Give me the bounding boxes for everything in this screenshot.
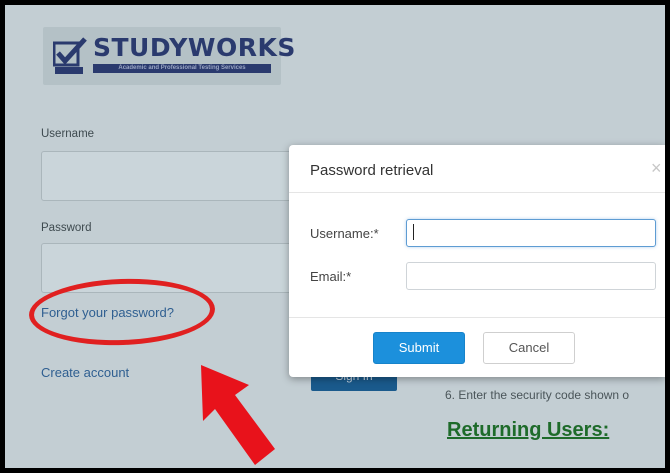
password-label: Password <box>41 222 92 234</box>
create-account-link[interactable]: Create account <box>41 365 129 380</box>
instruction-step-6: 6. Enter the security code shown o <box>445 388 630 402</box>
forgot-password-link[interactable]: Forgot your password? <box>41 305 174 320</box>
dialog-email-input[interactable] <box>406 262 656 290</box>
returning-users-heading: Returning Users: <box>447 419 610 441</box>
studyworks-logo: STUDYWORKS Academic and Professional Tes… <box>43 27 295 85</box>
dialog-username-input[interactable] <box>406 219 656 247</box>
dialog-title: Password retrieval <box>310 162 434 179</box>
username-label: Username <box>41 128 95 140</box>
logo-tagline: Academic and Professional Testing Servic… <box>93 64 271 73</box>
logo-name: STUDYWORKS <box>93 33 296 62</box>
dialog-footer: Submit Cancel <box>289 317 665 378</box>
text-cursor <box>413 224 414 240</box>
highlight-ring <box>27 275 217 349</box>
screenshot-frame: STUDYWORKS Academic and Professional Tes… <box>5 5 665 468</box>
username-field[interactable] <box>41 151 303 201</box>
dialog-header: Password retrieval × <box>289 145 665 193</box>
submit-button[interactable]: Submit <box>373 332 465 364</box>
password-retrieval-dialog: Password retrieval × Username:* Email:* … <box>289 145 665 377</box>
dialog-email-label: Email:* <box>310 269 352 284</box>
logo-bar-icon <box>55 67 83 74</box>
dialog-username-label: Username:* <box>310 226 379 241</box>
password-field[interactable] <box>41 243 303 293</box>
checkbox-logo-icon <box>53 37 87 67</box>
cancel-button[interactable]: Cancel <box>483 332 575 364</box>
close-icon[interactable]: × <box>651 158 662 179</box>
red-arrow-icon <box>201 365 275 465</box>
